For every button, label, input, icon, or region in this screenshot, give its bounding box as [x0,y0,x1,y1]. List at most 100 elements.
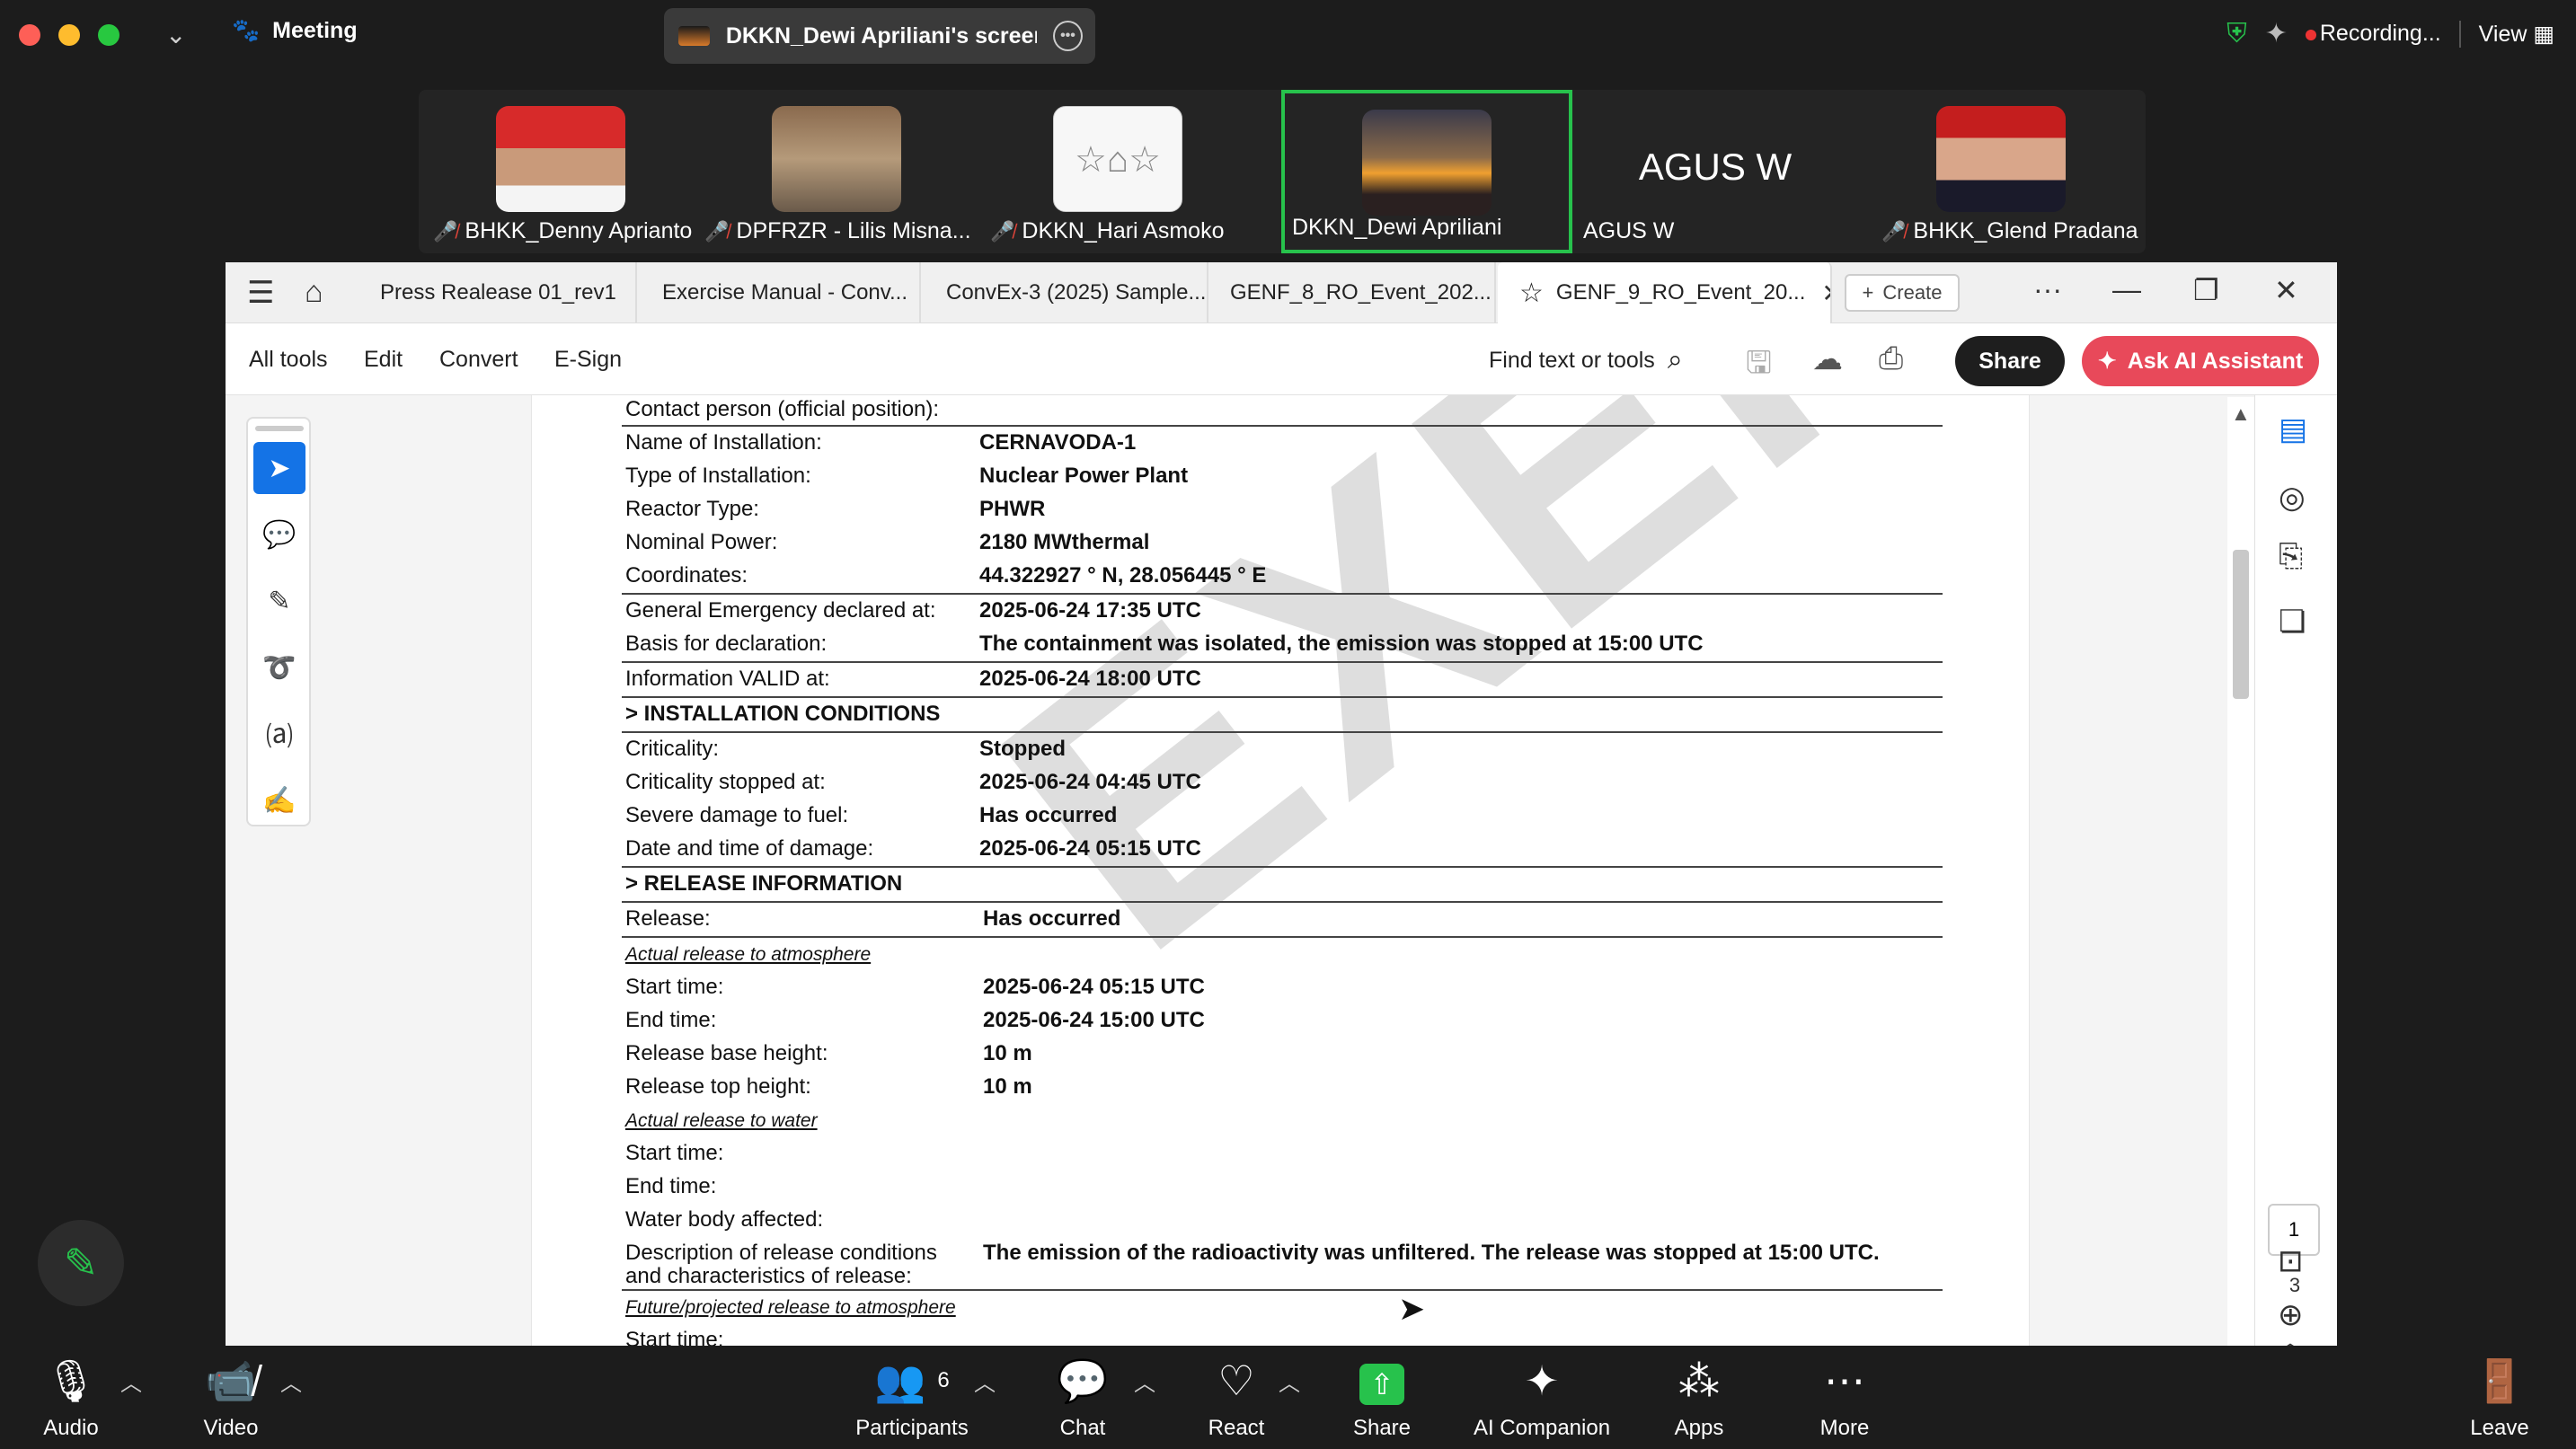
all-tools-menu[interactable]: All tools [249,347,328,373]
comment-icon[interactable]: ◎ [2279,480,2306,516]
lasso-draw-icon[interactable]: ➰ [253,641,305,694]
save-icon[interactable]: 🖫 [1746,341,1772,393]
ai-sparkle-icon: ✦ [1524,1357,1560,1404]
annotate-pen-button[interactable]: ✎ [38,1220,124,1306]
bookmark-icon[interactable]: ⎘ [2279,539,2303,574]
title-bar: ⌄ 🐾 Meeting DKKN_Dewi Apriliani's screen… [0,0,2576,72]
create-button[interactable]: + Create [1845,274,1960,312]
text-box-icon[interactable]: ⒜ [253,708,305,760]
close-window-button[interactable] [19,24,40,46]
more-options-icon[interactable]: ••• [1052,21,1083,51]
participant-tile[interactable]: AGUS W AGUS W [1576,90,1855,253]
field-row: Type of Installation: Nuclear Power Plant [625,464,1189,488]
zoom-in-icon[interactable]: ⊕ [2278,1297,2304,1333]
field-row: Reactor Type: PHWR [625,497,1046,521]
field-row: Start time: 2025-06-24 05:15 UTC [625,975,1205,999]
field-row: End time: [625,1174,717,1198]
meeting-menu[interactable]: 🐾 Meeting [232,18,358,44]
participant-video [1362,110,1492,216]
tab-genf-8[interactable]: GENF_8_RO_Event_202... [1208,262,1496,323]
ai-assistant-icon: ✦ [2097,349,2117,374]
chevron-down-icon[interactable]: ⌄ [165,20,186,49]
select-tool-icon[interactable]: ➤ [253,442,305,494]
participant-name: 🎤̸ BHKK_Denny Aprianto [433,218,693,243]
audio-button[interactable]: 🎙 Audio [4,1355,138,1441]
participants-options-chevron[interactable]: ︿ [974,1365,996,1397]
participants-button[interactable]: 👥 6 Participants [845,1355,979,1441]
react-options-chevron[interactable]: ︿ [1279,1365,1300,1397]
minimize-icon[interactable]: — [2112,273,2141,306]
view-button[interactable]: View ▦ [2479,21,2554,48]
leave-button[interactable]: 🚪 Leave [2432,1355,2567,1441]
field-row: Criticality: Stopped [625,737,1066,761]
tab-genf-9[interactable]: ☆GENF_9_RO_Event_20...✕ [1498,262,1832,323]
highlight-pen-icon[interactable]: ✎ [253,575,305,627]
ai-companion-button[interactable]: ✦ AI Companion [1452,1355,1632,1441]
video-options-chevron[interactable]: ︿ [280,1365,302,1397]
shield-icon[interactable]: ⛨ [2226,19,2247,49]
sparkle-icon[interactable]: ✦ [2265,18,2288,49]
mic-muted-icon: 🎤̸ [433,219,458,243]
convert-menu[interactable]: Convert [439,347,518,373]
scrollbar-thumb[interactable] [2233,550,2249,699]
sign-tool-icon[interactable]: ✍ [253,774,305,826]
chat-options-chevron[interactable]: ︿ [1134,1365,1155,1397]
field-row: General Emergency declared at: 2025-06-24… [625,598,1201,623]
drag-handle[interactable] [255,426,304,431]
minimize-window-button[interactable] [58,24,80,46]
search-icon: ⌕ [1667,345,1683,375]
tab-press-release[interactable]: Press Realease 01_rev1 [359,262,637,323]
maximize-window-button[interactable] [98,24,120,46]
apps-button[interactable]: ⁂ Apps [1632,1355,1766,1441]
ai-summary-icon[interactable]: ▤ [2279,411,2307,447]
screen-share-label: DKKN_Dewi Apriliani's screen [725,22,1037,49]
more-options-icon[interactable]: ··· [2033,273,2062,306]
comment-tool-icon[interactable]: 💬 [253,508,305,561]
field-row: Severe damage to fuel: Has occurred [625,803,1118,827]
participant-video [772,106,901,212]
fit-page-icon[interactable]: ⊡ [2278,1243,2304,1279]
print-icon[interactable]: ⎙ [1879,341,1903,376]
participant-name: 🎤̸ DPFRZR - Lilis Misna... [704,218,971,243]
participant-tile[interactable]: 🎤̸ BHKK_Glend Pradana [1862,90,2140,253]
participants-icon: 👥 [874,1357,926,1404]
chat-button[interactable]: 💬 Chat [1015,1355,1150,1441]
pages-icon[interactable]: ❏ [2279,604,2306,640]
mic-muted-icon: 🎤̸ [1881,219,1907,243]
video-button[interactable]: 📹̸ Video [164,1355,298,1441]
share-screen-button[interactable]: ⇧ Share [1315,1355,1449,1441]
tab-exercise-manual[interactable]: Exercise Manual - Conv... [641,262,921,323]
field-row: Release top height: 10 m [625,1074,1032,1099]
find-tools-search[interactable]: Find text or tools ⌕ [1489,345,1683,376]
scrollbar-track[interactable] [2227,397,2254,1346]
star-icon[interactable]: ☆ [1519,278,1544,309]
share-button[interactable]: Share [1955,336,2065,386]
hamburger-menu-icon[interactable]: ☰ [247,275,274,311]
close-icon[interactable]: ✕ [2274,273,2298,307]
restore-icon[interactable]: ❐ [2193,273,2219,307]
close-tab-icon[interactable]: ✕ [1821,278,1830,308]
participant-tile[interactable]: 🎤̸ BHKK_Denny Aprianto [426,90,695,253]
scroll-up-icon[interactable]: ▲ [2231,402,2251,426]
participant-name: 🎤̸ DKKN_Hari Asmoko [990,218,1225,243]
upload-cloud-icon[interactable]: ☁ [1812,341,1843,377]
tab-convex-sample[interactable]: ConvEx-3 (2025) Sample... [925,262,1208,323]
participant-name: 🎤̸ BHKK_Glend Pradana [1881,218,2138,243]
recording-indicator[interactable]: Recording... [2305,21,2441,47]
meeting-label: Meeting [272,18,358,43]
edit-menu[interactable]: Edit [364,347,403,373]
mouse-cursor-icon: ➤ [1398,1290,1426,1327]
field-row: Release: Has occurred [625,906,1121,931]
participant-tile[interactable]: 🎤̸ DPFRZR - Lilis Misna... [697,90,976,253]
participant-tile-active[interactable]: DKKN_Dewi Apriliani [1281,90,1572,253]
esign-menu[interactable]: E-Sign [554,347,622,373]
field-row: Criticality stopped at: 2025-06-24 04:45 … [625,770,1201,794]
audio-options-chevron[interactable]: ︿ [120,1365,142,1397]
ask-ai-assistant-button[interactable]: ✦ Ask AI Assistant [2082,336,2319,386]
document-content: Contact person (official position): Name… [622,395,1943,1346]
more-button[interactable]: ⋯ More [1777,1355,1912,1441]
participant-tile[interactable]: ☆⌂☆ 🎤̸ DKKN_Hari Asmoko [983,90,1253,253]
screen-share-pill[interactable]: DKKN_Dewi Apriliani's screen ••• [664,8,1095,64]
home-icon[interactable]: ⌂ [305,275,323,310]
divider [2458,20,2461,48]
